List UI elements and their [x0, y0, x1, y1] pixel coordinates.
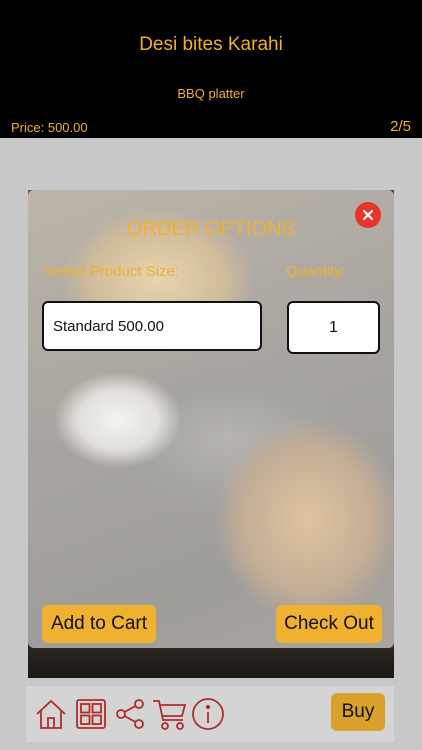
size-select[interactable]: Standard 500.00 [42, 301, 262, 351]
share-button[interactable] [110, 694, 150, 734]
product-subtitle: BBQ platter [177, 86, 245, 101]
app-title: Desi bites Karahi [139, 34, 283, 55]
home-icon [36, 699, 66, 729]
home-button[interactable] [31, 694, 71, 734]
size-label: Select Product Size: [44, 263, 180, 280]
size-value: Standard 500.00 [53, 317, 164, 335]
checkout-button[interactable]: Check Out [276, 605, 382, 643]
info-button[interactable] [188, 694, 228, 734]
quantity-label: Quantity: [286, 263, 347, 280]
add-to-cart-button[interactable]: Add to Cart [42, 605, 156, 643]
quantity-value: 1 [329, 318, 338, 336]
image-counter: 2/5 [390, 118, 411, 135]
order-options-modal: ORDER OPTIONS Select Product Size: Quant… [28, 190, 394, 648]
bottom-toolbar: Buy [26, 686, 394, 742]
cart-button[interactable] [150, 694, 190, 734]
info-icon [192, 698, 224, 730]
buy-button[interactable]: Buy [331, 693, 385, 731]
grid-icon [76, 699, 106, 729]
share-icon [116, 699, 144, 729]
modal-title: ORDER OPTIONS [127, 218, 295, 240]
grid-button[interactable] [71, 694, 111, 734]
cart-icon [153, 700, 187, 730]
price-label: Price: 500.00 [11, 120, 88, 135]
quantity-field[interactable]: 1 [287, 301, 380, 354]
header-bar: Desi bites Karahi BBQ platter Price: 500… [0, 0, 422, 138]
